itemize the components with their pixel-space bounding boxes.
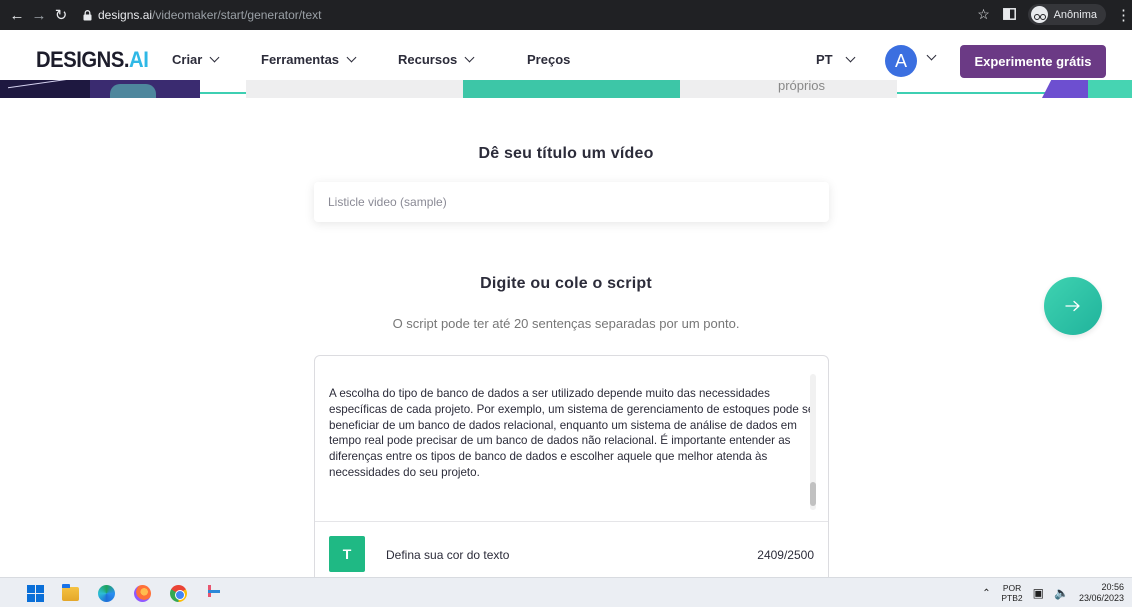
language-selector[interactable]: PT — [816, 52, 856, 67]
hero-card-2[interactable] — [463, 80, 680, 98]
incognito-label: Anônima — [1053, 8, 1097, 21]
chevron-down-icon — [346, 52, 357, 63]
back-icon[interactable]: ← — [6, 4, 28, 26]
hero-banner-strip: próprios — [0, 80, 1132, 98]
tray-overflow-icon[interactable]: ⌃ — [981, 588, 991, 599]
logo-text: DESIGNS. — [36, 47, 130, 72]
windows-start-icon[interactable] — [27, 585, 44, 602]
incognito-profile-button[interactable]: Anônima — [1027, 4, 1106, 25]
hero-art-lines — [8, 80, 82, 98]
script-heading: Digite ou cole o script — [480, 275, 652, 292]
video-title-heading: Dê seu título um vídeo — [478, 145, 654, 162]
clock[interactable]: 20:56 23/06/2023 — [1079, 582, 1124, 604]
text-color-label[interactable]: Defina sua cor do texto — [386, 548, 509, 562]
language-code: POR — [1002, 583, 1022, 593]
next-button[interactable] — [1044, 277, 1102, 335]
keyboard-layout: PTB2 — [1001, 593, 1023, 603]
language-label: PT — [816, 52, 833, 67]
chevron-down-icon — [464, 52, 475, 63]
avatar[interactable]: A — [885, 45, 917, 77]
text-color-swatch[interactable]: T — [329, 536, 365, 572]
file-explorer-icon[interactable] — [62, 584, 79, 601]
firefox-icon[interactable] — [134, 585, 151, 602]
system-tray: ⌃ POR PTB2 ▣ 🔈 20:56 23/06/2023 — [981, 578, 1124, 607]
address-bar[interactable]: designs.ai/videomaker/start/generator/te… — [80, 4, 321, 26]
nav-recursos-label: Recursos — [398, 52, 458, 67]
incognito-icon — [1030, 6, 1048, 23]
volume-icon[interactable]: 🔈 — [1054, 586, 1069, 600]
hero-card-1[interactable] — [246, 80, 463, 98]
script-scrollbar-thumb[interactable] — [810, 482, 816, 506]
avatar-chevron-down-icon[interactable] — [926, 50, 937, 61]
logo-ai-text: AI — [129, 47, 149, 72]
hero-art-right-teal — [1088, 80, 1132, 98]
try-free-button[interactable]: Experimente grátis — [960, 45, 1106, 78]
nav-precos[interactable]: Preços — [527, 52, 570, 67]
chevron-down-icon — [845, 52, 856, 63]
screen: ← → ↻ designs.ai/videomaker/start/genera… — [0, 0, 1132, 607]
nav-ferramentas[interactable]: Ferramentas — [261, 52, 357, 67]
script-textarea[interactable]: A escolha do tipo de banco de dados a se… — [329, 386, 815, 481]
url-host: designs.ai — [98, 8, 153, 22]
input-language[interactable]: POR PTB2 — [1001, 583, 1022, 603]
chrome-icon[interactable] — [170, 585, 187, 602]
side-panel-icon[interactable] — [1002, 7, 1018, 23]
edge-icon[interactable] — [98, 585, 115, 602]
character-count: 2409/2500 — [757, 548, 814, 562]
arrow-right-icon — [1065, 300, 1080, 312]
hero-art-left — [0, 80, 90, 98]
video-title-input[interactable]: Listicle video (sample) — [314, 182, 829, 222]
reload-icon[interactable]: ↻ — [50, 4, 72, 26]
card-divider — [315, 521, 828, 522]
nav-criar-label: Criar — [172, 52, 203, 67]
forward-icon[interactable]: → — [28, 4, 50, 26]
nav-recursos[interactable]: Recursos — [398, 52, 475, 67]
clock-time: 20:56 — [1101, 582, 1124, 592]
hero-art-shape — [110, 84, 156, 98]
url-path: /videomaker/start/generator/text — [152, 8, 322, 22]
chevron-down-icon — [209, 52, 220, 63]
network-icon[interactable]: ▣ — [1033, 586, 1044, 600]
star-icon[interactable]: ☆ — [976, 6, 992, 23]
hero-art-right — [1042, 80, 1088, 98]
logo[interactable]: DESIGNS.AI — [36, 47, 149, 73]
menu-icon[interactable]: ⋮ — [1116, 6, 1131, 24]
browser-actions: ☆ Anônima ⋮ — [976, 4, 1131, 25]
lock-icon — [80, 9, 94, 21]
hero-card-3-text: próprios — [778, 80, 825, 93]
clock-date: 23/06/2023 — [1078, 593, 1124, 603]
script-subtitle: O script pode ter até 20 sentenças separ… — [392, 316, 740, 331]
script-card: A escolha do tipo de banco de dados a se… — [314, 355, 829, 587]
snipping-tool-icon[interactable] — [206, 585, 223, 602]
browser-toolbar: ← → ↻ designs.ai/videomaker/start/genera… — [0, 0, 1132, 30]
nav-ferramentas-label: Ferramentas — [261, 52, 340, 67]
nav-criar[interactable]: Criar — [172, 52, 220, 67]
nav-precos-label: Preços — [527, 52, 571, 67]
windows-taskbar: ⌃ POR PTB2 ▣ 🔈 20:56 23/06/2023 — [0, 577, 1132, 607]
